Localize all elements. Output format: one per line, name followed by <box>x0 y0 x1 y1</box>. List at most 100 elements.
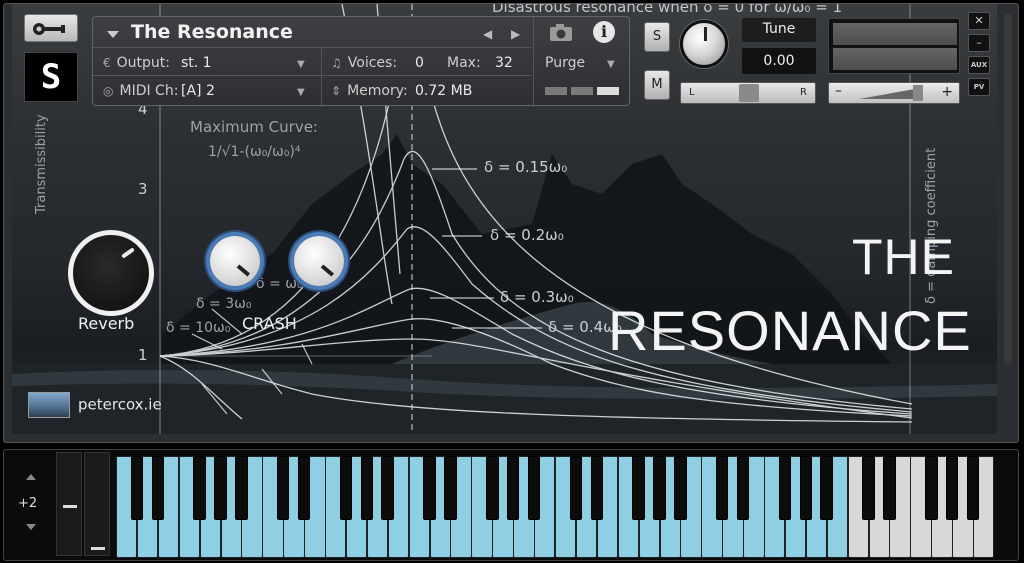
max-voices-value[interactable]: 32 <box>495 55 513 71</box>
instrument-menu-arrow-icon[interactable] <box>107 31 119 38</box>
next-instrument-icon[interactable]: ▶ <box>511 27 520 41</box>
pan-right-label: R <box>800 87 807 98</box>
black-key[interactable] <box>151 456 165 520</box>
crash-knob-2[interactable] <box>294 236 344 286</box>
black-key[interactable] <box>778 456 792 520</box>
pitch-wheel[interactable] <box>56 452 82 556</box>
volume-slider[interactable]: – + <box>828 82 960 104</box>
tune-knob[interactable] <box>680 20 728 68</box>
black-key[interactable] <box>966 456 980 520</box>
purge-dropdown-icon[interactable]: ▼ <box>607 59 615 70</box>
black-key[interactable] <box>632 456 645 520</box>
black-key[interactable] <box>297 456 311 520</box>
aux-button[interactable]: AUX <box>968 56 990 74</box>
max-voices-label: Max: <box>447 55 481 71</box>
crash-label: CRASH <box>242 314 297 333</box>
credit-thumbnail <box>28 392 70 418</box>
octave-control: +2 <box>10 450 54 560</box>
max-curve-formula: 1/√1-(ω₀/ω₀)⁴ <box>208 144 301 160</box>
wrench-button[interactable] <box>24 14 78 42</box>
tune-label: Tune <box>742 18 816 42</box>
reverb-knob[interactable] <box>68 230 154 316</box>
black-key[interactable] <box>381 456 395 520</box>
solo-button[interactable]: S <box>644 22 670 52</box>
black-key[interactable] <box>130 456 144 520</box>
y-tick-3: 3 <box>138 180 148 198</box>
title-resonance: RESONANCE <box>608 299 972 362</box>
black-key[interactable] <box>235 456 248 520</box>
black-key[interactable] <box>486 456 499 520</box>
mute-button[interactable]: M <box>644 70 670 100</box>
black-key[interactable] <box>674 456 687 520</box>
credit-link[interactable]: petercox.ie <box>28 392 162 418</box>
output-label-row: € Output: <box>103 55 170 71</box>
black-key[interactable] <box>715 456 729 520</box>
y-tick-1: 1 <box>138 346 148 364</box>
instrument-title[interactable]: The Resonance <box>131 21 293 43</box>
pan-slider[interactable]: L R <box>680 82 816 104</box>
wrench-icon <box>33 23 65 35</box>
y-axis-label: Transmissibility <box>34 114 49 214</box>
black-key[interactable] <box>945 456 959 520</box>
midi-label-row: ◎ MIDI Ch: <box>103 83 179 99</box>
memory-icon: ⇕ <box>331 84 342 98</box>
black-key[interactable] <box>569 456 583 520</box>
delta-03-label: δ = 0.3ω₀ <box>500 288 574 306</box>
prev-instrument-icon[interactable]: ◀ <box>483 27 492 41</box>
black-key[interactable] <box>360 456 374 520</box>
volume-handle[interactable] <box>913 85 923 101</box>
midi-icon: ◎ <box>103 84 114 98</box>
black-key[interactable] <box>214 456 227 520</box>
mod-wheel[interactable] <box>84 452 110 556</box>
reverb-label: Reverb <box>78 314 135 333</box>
output-icon: € <box>103 56 111 70</box>
output-dropdown-icon[interactable]: ▼ <box>297 59 305 70</box>
midi-dropdown-icon[interactable]: ▼ <box>297 87 305 98</box>
crash-knob-1[interactable] <box>210 236 260 286</box>
black-key[interactable] <box>653 456 666 520</box>
delta-02-label: δ = 0.2ω₀ <box>490 226 564 244</box>
delta-1-label: δ = ω₀ <box>256 276 303 292</box>
black-key[interactable] <box>444 456 457 520</box>
octave-down-icon[interactable] <box>26 524 36 530</box>
delta-3-label: δ = 3ω₀ <box>196 296 252 312</box>
black-key[interactable] <box>527 456 541 520</box>
black-key[interactable] <box>925 456 938 520</box>
memory-label-row: ⇕ Memory: <box>331 83 408 99</box>
graph-caption: Disastrous resonance when δ = 0 for ω/ω₀… <box>492 3 843 16</box>
tune-value[interactable]: 0.00 <box>742 48 816 74</box>
pv-button[interactable]: PV <box>968 78 990 96</box>
black-key[interactable] <box>339 456 353 520</box>
black-key[interactable] <box>799 456 813 520</box>
octave-up-icon[interactable] <box>26 474 36 480</box>
black-key[interactable] <box>736 456 750 520</box>
volume-plus[interactable]: + <box>941 84 953 100</box>
snapshot-camera-icon[interactable] <box>547 21 575 43</box>
black-key[interactable] <box>590 456 604 520</box>
piano-keyboard[interactable] <box>116 456 995 558</box>
info-icon[interactable]: i <box>593 21 615 43</box>
max-curve-label: Maximum Curve: <box>190 118 318 136</box>
close-button[interactable]: ✕ <box>968 12 990 30</box>
black-key[interactable] <box>423 456 436 520</box>
scrollbar[interactable] <box>1004 14 1012 364</box>
black-key[interactable] <box>862 456 875 520</box>
title-the: THE <box>852 229 955 285</box>
voices-value: 0 <box>415 55 424 71</box>
black-key[interactable] <box>820 456 834 520</box>
voices-icon: ♫ <box>331 56 342 70</box>
delta-10-label: δ = 10ω₀ <box>166 320 231 336</box>
black-key[interactable] <box>276 456 290 520</box>
volume-minus[interactable]: – <box>835 83 842 99</box>
black-key[interactable] <box>883 456 896 520</box>
instrument-header: The Resonance ◀ ▶ € Output: st. 1 ▼ ◎ MIDI… <box>92 16 630 107</box>
pan-handle[interactable] <box>739 84 759 102</box>
midi-channel-value[interactable]: [A] 2 <box>181 83 215 99</box>
output-value[interactable]: st. 1 <box>181 55 212 71</box>
black-key[interactable] <box>193 456 206 520</box>
minimize-button[interactable]: – <box>968 34 990 52</box>
pan-left-label: L <box>689 87 695 98</box>
black-key[interactable] <box>506 456 520 520</box>
instrument-panel: Disastrous resonance when δ = 0 for ω/ω₀… <box>3 3 1019 443</box>
purge-button[interactable]: Purge <box>545 55 585 71</box>
